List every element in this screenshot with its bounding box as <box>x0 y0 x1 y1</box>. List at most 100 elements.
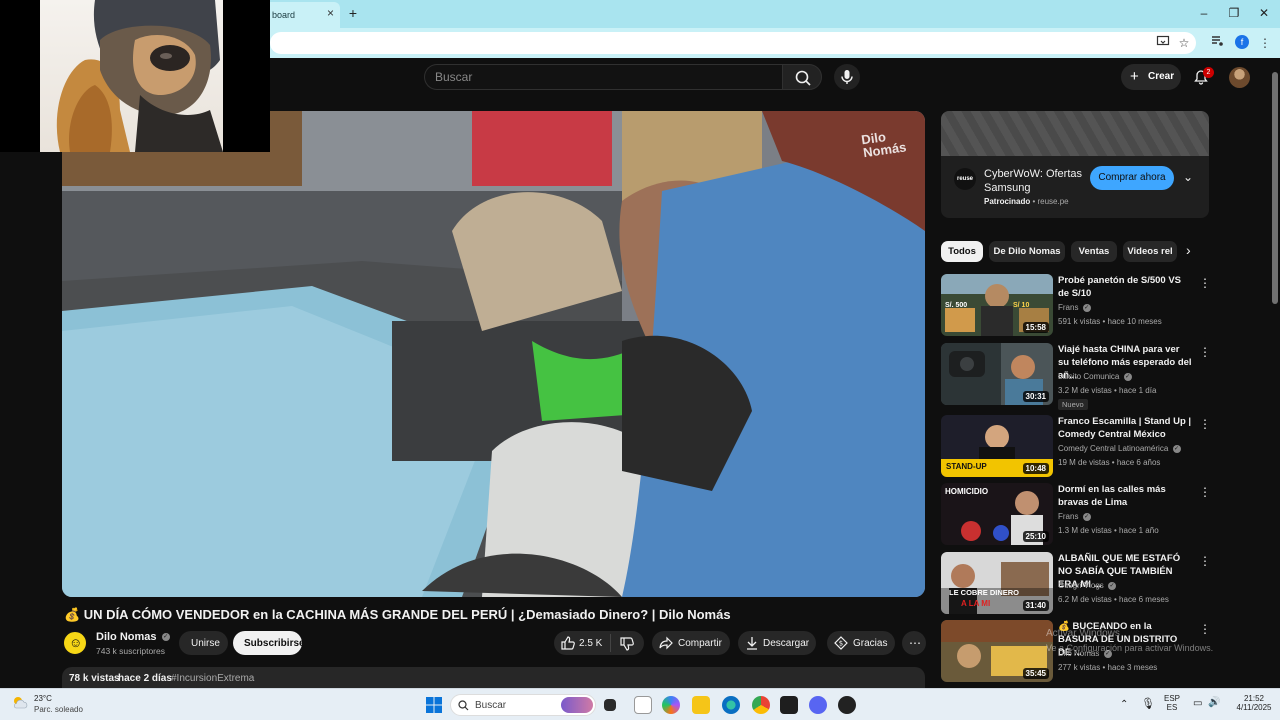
chip-channel[interactable]: De Dilo Nomas <box>989 241 1065 262</box>
restore-icon[interactable]: ❐ <box>1226 6 1242 20</box>
more-actions-button[interactable]: ⋯ <box>902 631 926 655</box>
recommendation-channel[interactable]: Frans ✓ <box>1058 512 1091 521</box>
hashtag-link[interactable]: #IncursionExtrema <box>171 673 254 684</box>
minimize-icon[interactable]: – <box>1196 6 1212 20</box>
windows-start-icon[interactable] <box>426 697 442 713</box>
more-horizontal-icon: ⋯ <box>909 636 921 650</box>
channel-name[interactable]: Dilo Nomas ✓ <box>96 631 170 643</box>
like-button[interactable] <box>560 635 576 654</box>
recommendation-channel[interactable]: Frans ✓ <box>1058 303 1091 312</box>
notepad-icon[interactable] <box>634 696 652 714</box>
activate-line-2: Ve a Configuración para activar Windows. <box>1046 643 1214 653</box>
chevron-down-icon[interactable]: ⌄ <box>1183 170 1193 184</box>
join-button[interactable]: Unirse <box>179 631 228 655</box>
subscriber-count: 743 k suscriptores <box>96 646 165 656</box>
discord-icon[interactable] <box>809 696 827 714</box>
chip-related[interactable]: Videos rel <box>1123 241 1177 262</box>
file-explorer-icon[interactable] <box>692 696 710 714</box>
recommendation-title[interactable]: Franco Escamilla | Stand Up | Comedy Cen… <box>1058 415 1192 441</box>
chip-sales[interactable]: Ventas <box>1071 241 1117 262</box>
upload-date: hace 2 días <box>118 673 172 684</box>
recommendation-item[interactable]: 30:31 Viajé hasta CHINA para ver su telé… <box>941 343 1211 410</box>
view-count: 78 k vistas <box>69 673 120 684</box>
thumbs-down-icon <box>620 637 634 651</box>
recommendation-meta: 19 M de vistas • hace 6 años <box>1058 458 1161 467</box>
share-button[interactable]: Compartir <box>652 631 730 655</box>
task-view-icon[interactable] <box>604 699 616 711</box>
search-input[interactable]: Buscar <box>424 64 782 90</box>
video-thumbnail[interactable]: 35:45 <box>941 620 1053 682</box>
ad-title[interactable]: CyberWoW: Ofertas Samsung <box>984 167 1084 195</box>
obs-icon[interactable] <box>838 696 856 714</box>
weather-temperature[interactable]: 23°C <box>34 694 52 703</box>
recommendation-title[interactable]: Dormí en las calles más bravas de Lima <box>1058 483 1192 509</box>
more-options-icon[interactable]: ⋮ <box>1199 345 1211 359</box>
ad-cta-button[interactable]: Comprar ahora <box>1090 166 1174 190</box>
recommendation-channel[interactable]: Comedy Central Latinoamérica ✓ <box>1058 444 1181 453</box>
recommendation-item[interactable]: STAND-UP 10:48 Franco Escamilla | Stand … <box>941 415 1211 477</box>
close-tab-icon[interactable]: × <box>327 6 334 20</box>
language-bottom: ES <box>1166 703 1178 712</box>
language-indicator[interactable]: ESP ES <box>1162 694 1182 712</box>
close-window-icon[interactable]: ✕ <box>1256 6 1272 20</box>
browser-tab[interactable]: board × <box>262 2 340 28</box>
recommendation-item[interactable]: S/. 500 S/ 10 15:58 Probé panetón de S/5… <box>941 274 1211 336</box>
video-thumbnail[interactable]: HOMICIDIO 25:10 <box>941 483 1053 545</box>
recommendation-title[interactable]: Probé panetón de S/500 VS de S/10 <box>1058 274 1192 300</box>
new-tab-button[interactable]: + <box>346 5 360 21</box>
display-icon[interactable]: ▭ <box>1193 698 1202 709</box>
thanks-button[interactable]: $ Gracias <box>827 631 895 655</box>
terminal-icon[interactable] <box>780 696 798 714</box>
notification-count-badge: 2 <box>1203 67 1214 78</box>
microphone-tray-icon[interactable]: 🎙 <box>1141 697 1155 710</box>
bookmark-star-icon[interactable]: ☆ <box>1175 34 1193 52</box>
recommendation-channel[interactable]: Luisito Comunica ✓ <box>1058 372 1132 381</box>
clock[interactable]: 21:52 4/11/2025 <box>1230 694 1278 712</box>
partly-sunny-icon[interactable] <box>12 695 28 711</box>
download-button[interactable]: Descargar <box>738 631 816 655</box>
menu-kebab-icon[interactable]: ⋮ <box>1256 34 1274 52</box>
weather-description[interactable]: Parc. soleado <box>34 705 83 714</box>
search-button[interactable] <box>782 64 822 90</box>
description-box[interactable]: 78 k vistas hace 2 días #IncursionExtrem… <box>62 667 925 689</box>
ad-banner[interactable] <box>941 111 1209 156</box>
video-thumbnail[interactable]: 30:31 <box>941 343 1053 405</box>
more-options-icon[interactable]: ⋮ <box>1199 276 1211 290</box>
more-options-icon[interactable]: ⋮ <box>1199 554 1211 568</box>
subscribe-button[interactable]: Subscribirse <box>233 631 305 655</box>
chevron-up-icon[interactable]: ⌃ <box>1120 699 1128 710</box>
verified-icon: ✓ <box>1082 512 1091 521</box>
chevron-right-icon[interactable]: › <box>1186 242 1191 258</box>
more-options-icon[interactable]: ⋮ <box>1199 485 1211 499</box>
video-thumbnail[interactable]: S/. 500 S/ 10 15:58 <box>941 274 1053 336</box>
recommendation-item[interactable]: LE COBRE DINERO A LA MI 31:40 ALBAÑIL QU… <box>941 552 1211 614</box>
volume-icon[interactable]: 🔊 <box>1208 697 1220 708</box>
scrollbar-thumb[interactable] <box>1272 72 1278 304</box>
media-icon[interactable] <box>1208 34 1226 52</box>
account-avatar[interactable] <box>1229 67 1250 88</box>
recommendation-item[interactable]: HOMICIDIO 25:10 Dormí en las calles más … <box>941 483 1211 545</box>
address-bar[interactable] <box>270 32 1196 54</box>
sponsored-ad[interactable]: reuse CyberWoW: Ofertas Samsung Patrocin… <box>941 111 1209 218</box>
voice-search-button[interactable] <box>834 64 860 90</box>
copilot-icon[interactable] <box>662 696 680 714</box>
activate-windows-watermark: Activar Windows Ve a Configuración para … <box>1046 627 1213 655</box>
chip-all[interactable]: Todos <box>941 241 983 262</box>
cast-icon[interactable] <box>1154 34 1172 52</box>
taskbar-search[interactable]: Buscar <box>450 694 596 716</box>
thumb-caption: S/ 10 <box>1013 302 1030 309</box>
video-thumbnail[interactable]: LE COBRE DINERO A LA MI 31:40 <box>941 552 1053 614</box>
video-thumbnail[interactable]: STAND-UP 10:48 <box>941 415 1053 477</box>
ad-logo: reuse <box>954 168 976 190</box>
edge-icon[interactable] <box>722 696 740 714</box>
chrome-icon[interactable] <box>752 696 770 714</box>
browser-profile-avatar[interactable]: f <box>1235 35 1249 49</box>
more-options-icon[interactable]: ⋮ <box>1199 417 1211 431</box>
create-button[interactable]: + Crear <box>1121 64 1181 90</box>
recommendation-channel[interactable]: Gusgri Vlogs ✓ <box>1058 581 1117 590</box>
dislike-button[interactable] <box>619 636 635 655</box>
video-player[interactable]: Dilo Nomás <box>62 111 925 597</box>
channel-avatar[interactable]: ☺ <box>62 630 88 656</box>
video-duration: 10:48 <box>1022 463 1049 474</box>
video-duration: 35:45 <box>1022 668 1049 679</box>
